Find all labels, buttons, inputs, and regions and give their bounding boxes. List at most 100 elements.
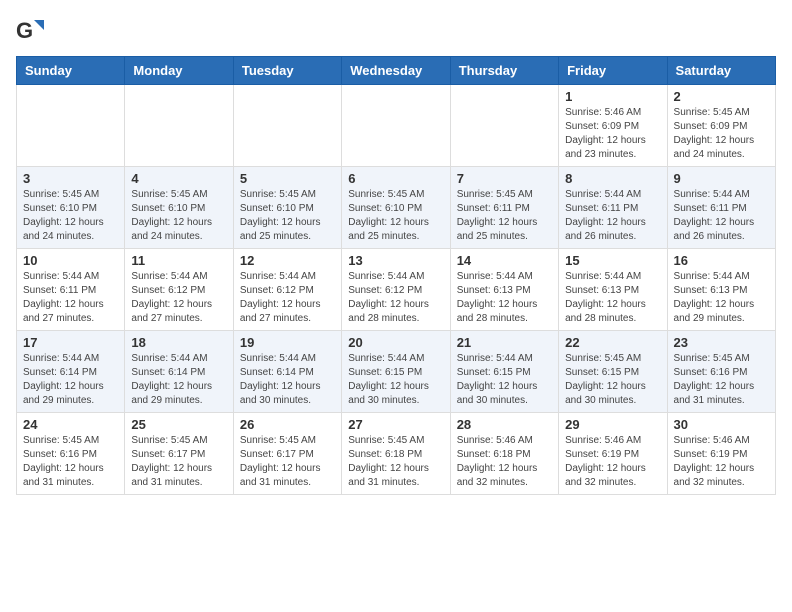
calendar-cell: 17 Sunrise: 5:44 AM Sunset: 6:14 PM Dayli… <box>17 331 125 413</box>
day-number: 24 <box>23 417 118 432</box>
calendar-cell <box>233 85 341 167</box>
day-number: 14 <box>457 253 552 268</box>
calendar-cell: 7Sunrise: 5:45 AM Sunset: 6:11 PM Daylig… <box>450 167 558 249</box>
weekday-header: Monday <box>125 57 233 85</box>
calendar-cell: 11 Sunrise: 5:44 AM Sunset: 6:12 PM Dayli… <box>125 249 233 331</box>
calendar-cell: 2 Sunrise: 5:45 AM Sunset: 6:09 PM Daylig… <box>667 85 775 167</box>
calendar-cell <box>125 85 233 167</box>
calendar-cell: 29 Sunrise: 5:46 AM Sunset: 6:19 PM Dayli… <box>559 413 667 495</box>
weekday-header: Thursday <box>450 57 558 85</box>
calendar-cell: 24 Sunrise: 5:45 AM Sunset: 6:16 PM Dayli… <box>17 413 125 495</box>
day-number: 11 <box>131 253 226 268</box>
day-number: 2 <box>674 89 769 104</box>
day-info: Sunrise: 5:44 AM Sunset: 6:13 PM Dayligh… <box>457 270 552 326</box>
day-info: Sunrise: 5:44 AM Sunset: 6:12 PM Dayligh… <box>348 270 443 326</box>
day-info: Sunrise: 5:46 AM Sunset: 6:18 PM Dayligh… <box>457 434 552 490</box>
day-info: Sunrise: 5:45 AM Sunset: 6:16 PM Dayligh… <box>674 352 769 408</box>
day-number: 28 <box>457 417 552 432</box>
calendar-cell: 1 Sunrise: 5:46 AM Sunset: 6:09 PM Daylig… <box>559 85 667 167</box>
day-info: Sunrise: 5:44 AM Sunset: 6:15 PM Dayligh… <box>457 352 552 408</box>
calendar-header-row: SundayMondayTuesdayWednesdayThursdayFrid… <box>17 57 776 85</box>
weekday-header: Wednesday <box>342 57 450 85</box>
day-info: Sunrise: 5:46 AM Sunset: 6:19 PM Dayligh… <box>565 434 660 490</box>
day-number: 12 <box>240 253 335 268</box>
logo-icon: G <box>16 16 44 44</box>
day-info: Sunrise: 5:44 AM Sunset: 6:14 PM Dayligh… <box>23 352 118 408</box>
calendar-week-row: 10 Sunrise: 5:44 AM Sunset: 6:11 PM Dayli… <box>17 249 776 331</box>
day-info: Sunrise: 5:44 AM Sunset: 6:11 PM Dayligh… <box>23 270 118 326</box>
day-info: Sunrise: 5:45 AM Sunset: 6:10 PM Dayligh… <box>23 188 118 244</box>
day-number: 22 <box>565 335 660 350</box>
day-info: Sunrise: 5:44 AM Sunset: 6:14 PM Dayligh… <box>240 352 335 408</box>
logo: G <box>16 16 48 44</box>
calendar-cell: 28 Sunrise: 5:46 AM Sunset: 6:18 PM Dayli… <box>450 413 558 495</box>
day-number: 10 <box>23 253 118 268</box>
day-info: Sunrise: 5:44 AM Sunset: 6:13 PM Dayligh… <box>674 270 769 326</box>
weekday-header: Saturday <box>667 57 775 85</box>
day-info: Sunrise: 5:45 AM Sunset: 6:15 PM Dayligh… <box>565 352 660 408</box>
day-number: 1 <box>565 89 660 104</box>
calendar-cell: 14 Sunrise: 5:44 AM Sunset: 6:13 PM Dayli… <box>450 249 558 331</box>
day-number: 18 <box>131 335 226 350</box>
calendar-cell: 26 Sunrise: 5:45 AM Sunset: 6:17 PM Dayli… <box>233 413 341 495</box>
calendar-cell: 20 Sunrise: 5:44 AM Sunset: 6:15 PM Dayli… <box>342 331 450 413</box>
day-info: Sunrise: 5:45 AM Sunset: 6:10 PM Dayligh… <box>131 188 226 244</box>
day-info: Sunrise: 5:45 AM Sunset: 6:09 PM Dayligh… <box>674 106 769 162</box>
day-info: Sunrise: 5:45 AM Sunset: 6:11 PM Dayligh… <box>457 188 552 244</box>
day-number: 20 <box>348 335 443 350</box>
day-number: 27 <box>348 417 443 432</box>
day-number: 19 <box>240 335 335 350</box>
day-number: 26 <box>240 417 335 432</box>
day-number: 13 <box>348 253 443 268</box>
weekday-header: Sunday <box>17 57 125 85</box>
calendar-cell <box>342 85 450 167</box>
calendar-week-row: 1 Sunrise: 5:46 AM Sunset: 6:09 PM Daylig… <box>17 85 776 167</box>
day-number: 21 <box>457 335 552 350</box>
day-info: Sunrise: 5:45 AM Sunset: 6:18 PM Dayligh… <box>348 434 443 490</box>
calendar-cell <box>450 85 558 167</box>
calendar-cell <box>17 85 125 167</box>
svg-text:G: G <box>16 18 33 43</box>
calendar-cell: 15 Sunrise: 5:44 AM Sunset: 6:13 PM Dayli… <box>559 249 667 331</box>
day-number: 8 <box>565 171 660 186</box>
day-number: 23 <box>674 335 769 350</box>
header: G <box>16 16 776 44</box>
calendar-week-row: 3 Sunrise: 5:45 AM Sunset: 6:10 PM Daylig… <box>17 167 776 249</box>
calendar-cell: 13 Sunrise: 5:44 AM Sunset: 6:12 PM Dayli… <box>342 249 450 331</box>
day-info: Sunrise: 5:46 AM Sunset: 6:09 PM Dayligh… <box>565 106 660 162</box>
day-number: 16 <box>674 253 769 268</box>
day-info: Sunrise: 5:45 AM Sunset: 6:17 PM Dayligh… <box>131 434 226 490</box>
day-info: Sunrise: 5:44 AM Sunset: 6:13 PM Dayligh… <box>565 270 660 326</box>
day-info: Sunrise: 5:44 AM Sunset: 6:12 PM Dayligh… <box>131 270 226 326</box>
calendar-cell: 12 Sunrise: 5:44 AM Sunset: 6:12 PM Dayli… <box>233 249 341 331</box>
calendar-week-row: 17 Sunrise: 5:44 AM Sunset: 6:14 PM Dayli… <box>17 331 776 413</box>
day-info: Sunrise: 5:45 AM Sunset: 6:17 PM Dayligh… <box>240 434 335 490</box>
day-info: Sunrise: 5:45 AM Sunset: 6:10 PM Dayligh… <box>348 188 443 244</box>
day-info: Sunrise: 5:44 AM Sunset: 6:15 PM Dayligh… <box>348 352 443 408</box>
weekday-header: Friday <box>559 57 667 85</box>
calendar-cell: 25 Sunrise: 5:45 AM Sunset: 6:17 PM Dayli… <box>125 413 233 495</box>
day-number: 4 <box>131 171 226 186</box>
day-info: Sunrise: 5:45 AM Sunset: 6:16 PM Dayligh… <box>23 434 118 490</box>
day-number: 17 <box>23 335 118 350</box>
calendar-cell: 18 Sunrise: 5:44 AM Sunset: 6:14 PM Dayli… <box>125 331 233 413</box>
calendar-cell: 27 Sunrise: 5:45 AM Sunset: 6:18 PM Dayli… <box>342 413 450 495</box>
calendar: SundayMondayTuesdayWednesdayThursdayFrid… <box>16 56 776 495</box>
day-number: 3 <box>23 171 118 186</box>
day-info: Sunrise: 5:44 AM Sunset: 6:12 PM Dayligh… <box>240 270 335 326</box>
day-number: 5 <box>240 171 335 186</box>
calendar-cell: 4 Sunrise: 5:45 AM Sunset: 6:10 PM Daylig… <box>125 167 233 249</box>
day-info: Sunrise: 5:46 AM Sunset: 6:19 PM Dayligh… <box>674 434 769 490</box>
day-info: Sunrise: 5:44 AM Sunset: 6:14 PM Dayligh… <box>131 352 226 408</box>
day-number: 15 <box>565 253 660 268</box>
day-number: 25 <box>131 417 226 432</box>
calendar-cell: 23 Sunrise: 5:45 AM Sunset: 6:16 PM Dayli… <box>667 331 775 413</box>
calendar-cell: 5 Sunrise: 5:45 AM Sunset: 6:10 PM Daylig… <box>233 167 341 249</box>
calendar-cell: 8Sunrise: 5:44 AM Sunset: 6:11 PM Daylig… <box>559 167 667 249</box>
day-number: 6 <box>348 171 443 186</box>
day-number: 29 <box>565 417 660 432</box>
day-info: Sunrise: 5:45 AM Sunset: 6:10 PM Dayligh… <box>240 188 335 244</box>
calendar-cell: 16 Sunrise: 5:44 AM Sunset: 6:13 PM Dayli… <box>667 249 775 331</box>
calendar-week-row: 24 Sunrise: 5:45 AM Sunset: 6:16 PM Dayli… <box>17 413 776 495</box>
calendar-cell: 10 Sunrise: 5:44 AM Sunset: 6:11 PM Dayli… <box>17 249 125 331</box>
